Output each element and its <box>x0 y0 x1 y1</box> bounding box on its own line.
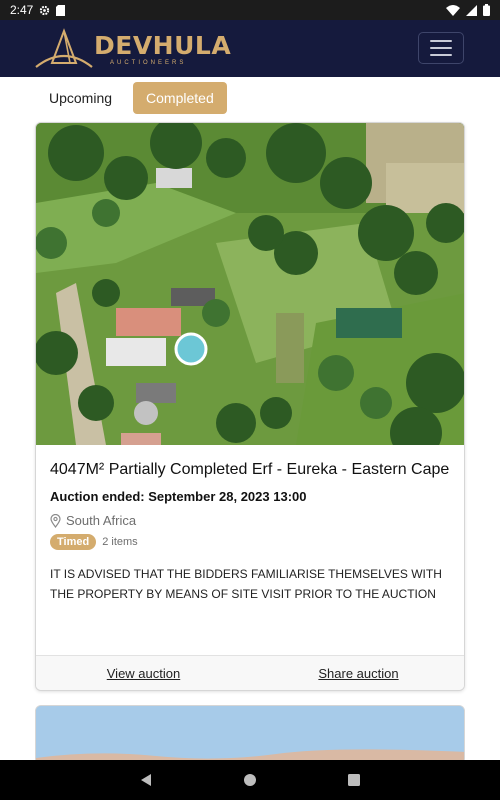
auction-card: 4047M² Partially Completed Erf - Eureka … <box>35 122 465 691</box>
recents-icon[interactable] <box>347 773 361 787</box>
tab-upcoming[interactable]: Upcoming <box>36 82 125 114</box>
auction-location: South Africa <box>50 513 450 528</box>
wifi-icon <box>446 4 460 16</box>
auction-card-next[interactable] <box>35 705 465 765</box>
hamburger-icon <box>430 40 452 42</box>
auction-tabs: Upcoming Completed <box>36 82 227 116</box>
battery-icon <box>483 4 490 16</box>
location-pin-icon <box>50 513 61 528</box>
brand-name: DEVHULA <box>94 31 232 60</box>
timed-badge: Timed <box>50 534 97 550</box>
property-aerial-image[interactable] <box>36 123 465 445</box>
system-nav-bar <box>0 760 500 800</box>
status-time: 2:47 <box>10 3 34 17</box>
auction-badges: Timed 2 items <box>50 534 450 550</box>
share-auction-link[interactable]: Share auction <box>251 666 464 681</box>
menu-button[interactable] <box>418 32 464 64</box>
status-bar: 2:47 <box>0 0 500 20</box>
sd-card-icon <box>56 4 66 16</box>
brand-subtitle: AUCTIONEERS <box>110 60 187 66</box>
auction-ended-date: Auction ended: September 28, 2023 13:00 <box>50 489 307 504</box>
logo-mark-icon <box>35 28 93 68</box>
card-footer: View auction Share auction <box>36 655 464 690</box>
view-auction-link[interactable]: View auction <box>36 666 251 681</box>
settings-icon <box>40 5 50 15</box>
home-icon[interactable] <box>243 773 257 787</box>
property-image-next <box>36 706 464 764</box>
auction-description: IT IS ADVISED THAT THE BIDDERS FAMILIARI… <box>50 567 442 601</box>
tab-completed[interactable]: Completed <box>133 82 227 114</box>
back-icon[interactable] <box>139 773 153 787</box>
app-header: DEVHULA AUCTIONEERS <box>0 20 500 77</box>
auction-title[interactable]: 4047M² Partially Completed Erf - Eureka … <box>50 460 450 480</box>
items-count: 2 items <box>102 536 138 548</box>
location-label: South Africa <box>66 513 137 528</box>
signal-icon <box>466 4 477 16</box>
devhula-logo[interactable]: DEVHULA AUCTIONEERS <box>34 27 231 71</box>
